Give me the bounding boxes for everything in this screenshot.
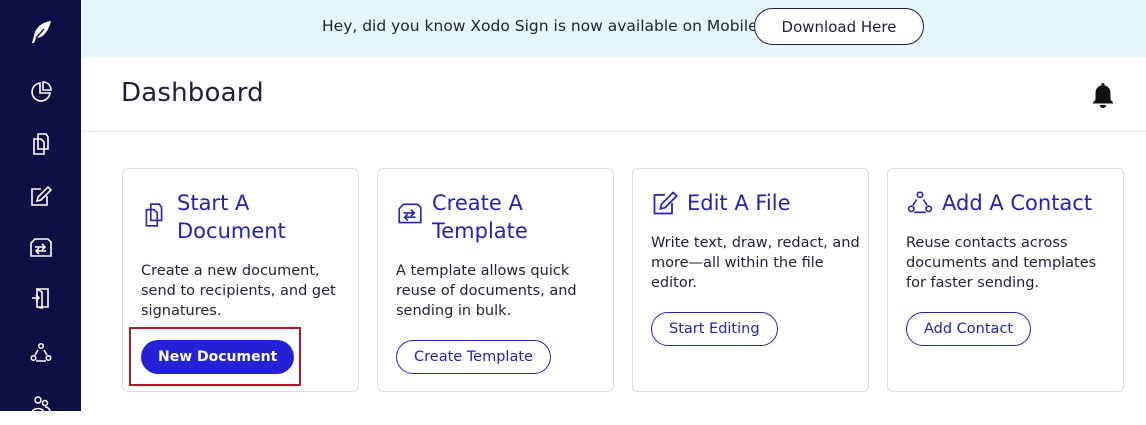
pie-chart-icon — [30, 81, 52, 102]
page-header: Dashboard — [81, 57, 1146, 132]
mobile-promo-banner: Hey, did you know Xodo Sign is now avail… — [81, 0, 1146, 57]
banner-text: Hey, did you know Xodo Sign is now avail… — [322, 17, 766, 35]
documents-icon — [32, 133, 49, 155]
bell-icon — [1093, 83, 1113, 108]
new-document-button[interactable]: New Document — [141, 340, 295, 374]
edit-icon — [30, 185, 52, 206]
door-icon — [31, 287, 49, 309]
page-title: Dashboard — [121, 78, 264, 108]
sidebar-item-import[interactable] — [0, 278, 81, 318]
card-description: A template allows quick reuse of documen… — [396, 263, 577, 319]
sidebar-item-documents[interactable] — [0, 124, 81, 164]
card-description: Reuse contacts across documents and temp… — [906, 235, 1097, 291]
card-title: Edit A File — [687, 191, 791, 215]
card-description: Create a new document, send to recipient… — [141, 263, 336, 319]
create-template-button[interactable]: Create Template — [396, 340, 551, 374]
card-title: Start A Document — [177, 191, 286, 243]
feather-logo-icon — [31, 21, 51, 43]
card-start-document: Start A Document Create a new document, … — [122, 168, 359, 392]
team-icon — [30, 396, 51, 414]
contacts-icon — [29, 342, 52, 362]
card-description: Write text, draw, redact, and more—all w… — [651, 235, 860, 291]
download-here-button[interactable]: Download Here — [754, 8, 924, 45]
sidebar-item-team[interactable] — [0, 385, 81, 425]
add-contact-button[interactable]: Add Contact — [906, 312, 1032, 346]
sidebar-item-templates[interactable] — [0, 228, 81, 268]
start-editing-button[interactable]: Start Editing — [651, 312, 778, 346]
card-add-contact: Add A Contact Reuse contacts across docu… — [887, 168, 1124, 392]
sidebar-item-contacts[interactable] — [0, 333, 81, 373]
app-logo[interactable] — [0, 12, 81, 52]
card-edit-file: Edit A File Write text, draw, redact, an… — [632, 168, 869, 392]
sidebar-item-edit[interactable] — [0, 176, 81, 216]
card-title: Add A Contact — [942, 191, 1093, 215]
card-create-template: Create A Template A template allows quic… — [377, 168, 614, 392]
card-title: Create A Template — [432, 191, 528, 243]
template-icon — [29, 238, 52, 257]
template-icon — [398, 203, 422, 224]
documents-icon — [145, 203, 163, 227]
sidebar-item-dashboard[interactable] — [0, 72, 81, 112]
sidebar — [0, 0, 81, 414]
notifications-button[interactable] — [1090, 81, 1116, 113]
edit-icon — [653, 191, 678, 215]
contacts-icon — [907, 191, 933, 214]
